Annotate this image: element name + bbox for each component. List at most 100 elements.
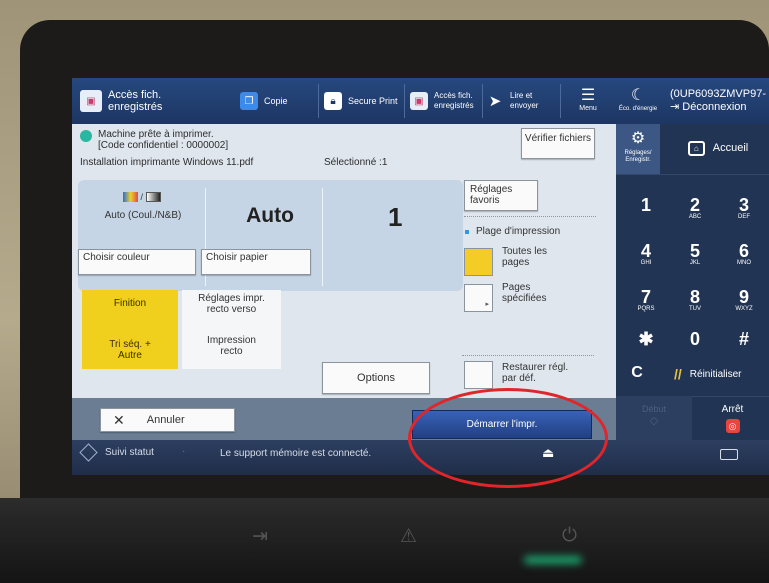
separator-dot: · — [182, 446, 186, 457]
copy-icon: ❐ — [240, 92, 258, 110]
keypad-key-5[interactable]: 6 MNO — [722, 242, 766, 267]
keypad-key-digit: 5 — [689, 241, 700, 261]
keypad-key-letters: TUV — [689, 306, 701, 312]
settings-register-button[interactable]: ⚙ Réglages/ Enregistr. — [616, 124, 660, 174]
keypad-key-letters: GHI — [640, 260, 652, 266]
keypad-key-1[interactable]: 2 ABC — [673, 196, 717, 221]
paper-value: Auto — [246, 204, 294, 227]
ready-message: Machine prête à imprimer. — [98, 129, 214, 140]
specified-pages-radio[interactable]: ▸ — [464, 284, 493, 312]
keypad-key-9[interactable]: ✱ — [624, 330, 668, 348]
options-button[interactable]: Options — [322, 362, 430, 394]
print-range-title: Plage d'impression — [476, 226, 561, 237]
user-logout-button[interactable]: (0UP6093ZMVP97- ⇥ Déconnexion — [670, 78, 769, 124]
keypad-key-letters: JKL — [689, 260, 701, 266]
start-diamond-icon: ◇ — [649, 415, 659, 427]
keypad-key-digit: 0 — [689, 329, 700, 349]
logout-icon: ⇥ — [670, 101, 680, 113]
color-mode-icon: / — [123, 192, 161, 202]
finishing-value: Tri séq. + Autre — [109, 339, 151, 361]
close-icon: ✕ — [113, 411, 125, 428]
copies-count[interactable]: 1 — [388, 202, 402, 233]
keypad-key-letters: DEF — [738, 214, 750, 220]
send-icon: ➤ — [488, 93, 502, 110]
favorites-button[interactable]: Réglages favoris — [464, 180, 538, 211]
keypad-key-8[interactable]: 9 WXYZ — [722, 288, 766, 313]
keypad-key-3[interactable]: 4 GHI — [624, 242, 668, 267]
keypad-key-letters: MNO — [737, 260, 751, 266]
power-hardware-icon: ⏻ — [562, 525, 578, 546]
file-name: Installation imprimante Windows 11.pdf — [80, 157, 254, 168]
pin-code: [Code confidentiel : 0000002] — [98, 140, 229, 151]
job-status-button[interactable]: Suivi statut — [79, 443, 154, 462]
user-id: (0UP6093ZMVP97- — [670, 88, 766, 100]
keypad-key-0[interactable]: 1 — [624, 196, 668, 214]
restore-default-radio[interactable] — [464, 361, 493, 389]
choose-color-button[interactable]: Choisir couleur — [78, 249, 196, 275]
start-key[interactable]: Début ◇ — [616, 396, 692, 440]
hardware-keypad-panel: ⚙ Réglages/ Enregistr. ⌂ Accueil 1 2 ABC 3 D… — [616, 124, 769, 440]
status-diamond-icon — [79, 443, 98, 462]
settings-summary: / Auto (Coul./N&B) Choisir couleur Auto … — [78, 180, 463, 291]
home-icon: ⌂ — [687, 140, 705, 156]
keypad-key-letters: WXYZ — [735, 306, 753, 312]
keypad-key-digit: 7 — [640, 287, 651, 307]
keypad-key-6[interactable]: 7 PQRS — [624, 288, 668, 313]
keypad-key-digit: 9 — [738, 287, 749, 307]
copy-button[interactable]: ❐ Copie — [240, 78, 316, 124]
menu-button[interactable]: ☰ Menu — [568, 78, 608, 124]
keypad-key-4[interactable]: 5 JKL — [673, 242, 717, 267]
top-bar: ▣ Accès fich. enregistrés ❐ Copie 🔒︎ Sec… — [72, 78, 769, 124]
keypad-key-letters: ABC — [688, 214, 702, 220]
annotation-circle — [408, 388, 608, 488]
home-button[interactable]: ⌂ Accueil — [670, 132, 766, 164]
scan-send-button[interactable]: ➤ Lire et envoyer — [486, 78, 558, 124]
keypad-key-digit: 1 — [640, 195, 651, 215]
lock-icon: 🔒︎ — [324, 92, 342, 110]
keypad-key-digit: ✱ — [638, 329, 654, 349]
ready-status-icon — [80, 130, 92, 142]
keypad-key-digit: 3 — [738, 195, 749, 215]
reset-icon: // — [674, 366, 682, 382]
keypad-key-digit: 2 — [689, 195, 700, 215]
moon-icon: ☾ — [630, 87, 646, 104]
clear-key[interactable]: C — [622, 364, 652, 382]
hamburger-icon: ☰ — [580, 87, 596, 104]
login-hardware-icon: ⇥ — [252, 526, 268, 547]
finishing-button[interactable]: Finition Tri séq. + Autre — [82, 290, 178, 369]
keypad-key-7[interactable]: 8 TUV — [673, 288, 717, 313]
restore-default-label[interactable]: Restaurer régl. par déf. — [502, 362, 572, 384]
keypad-key-digit: # — [738, 329, 749, 349]
status-message: Le support mémoire est connecté. — [220, 448, 372, 459]
specified-pages-label[interactable]: Pages spécifiées — [502, 282, 562, 304]
bullet-icon — [465, 230, 469, 234]
reset-key[interactable]: // Réinitialiser — [674, 366, 769, 382]
stored-files-button[interactable]: ▣ Accès fich. enregistrés — [410, 78, 482, 124]
keypad-key-digit: 4 — [640, 241, 651, 261]
stored-files-icon: ▣ — [80, 90, 102, 112]
keypad-key-2[interactable]: 3 DEF — [722, 196, 766, 221]
choose-paper-button[interactable]: Choisir papier — [201, 249, 311, 275]
warning-hardware-icon: ⚠ — [400, 526, 418, 547]
keypad-key-digit: 6 — [738, 241, 749, 261]
duplex-settings-button[interactable]: Réglages impr. recto verso Impression re… — [182, 290, 281, 369]
energy-saver-button[interactable]: ☾ Éco. d'énergie — [616, 78, 660, 124]
duplex-value: Impression recto — [207, 335, 256, 357]
counter-icon[interactable] — [720, 449, 738, 460]
color-mode-value: Auto (Coul./N&B) — [104, 210, 182, 221]
all-pages-radio[interactable] — [464, 248, 493, 276]
expand-icon: ▸ — [485, 301, 489, 308]
check-files-button[interactable]: Vérifier fichiers — [521, 128, 595, 159]
stored-files-shortcut[interactable]: ▣ Accès fich. enregistrés — [80, 78, 230, 124]
keypad-key-11[interactable]: # — [722, 330, 766, 348]
power-led — [524, 556, 582, 564]
stop-icon: ◎ — [725, 419, 740, 433]
all-pages-label[interactable]: Toutes les pages — [502, 246, 562, 268]
secure-print-button[interactable]: 🔒︎ Secure Print — [324, 78, 404, 124]
keypad-key-10[interactable]: 0 — [673, 330, 717, 348]
gear-icon: ⚙ — [630, 130, 646, 147]
hardware-panel — [0, 498, 769, 583]
stop-key[interactable]: Arrêt ◎ — [696, 396, 769, 440]
cancel-button[interactable]: ✕ Annuler — [100, 408, 235, 432]
keypad-key-letters: PQRS — [637, 306, 655, 312]
